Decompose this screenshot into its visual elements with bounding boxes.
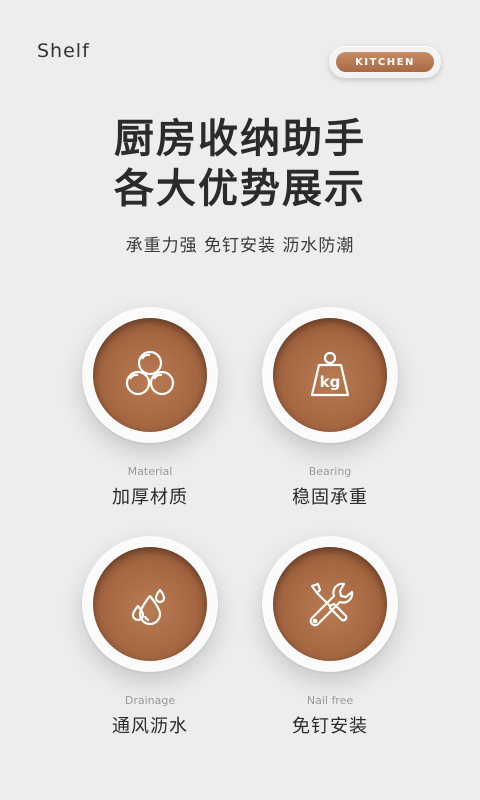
feature-bearing: kg Bearing 稳固承重	[250, 307, 410, 547]
spheres-icon	[125, 350, 175, 396]
brand-logo-text: Shelf	[37, 40, 90, 62]
water-drops-icon	[131, 588, 166, 626]
feature-material: Material 加厚材质	[70, 307, 230, 547]
feature-drainage: Drainage 通风沥水	[70, 536, 230, 776]
tools-icon	[309, 582, 354, 627]
feature-cn-label: 通风沥水	[112, 716, 188, 737]
feature-badge-disc	[93, 318, 207, 432]
feature-nail-free: Nail free 免钉安装	[250, 536, 410, 776]
feature-en-label: Nail free	[306, 694, 354, 707]
kg-weight-icon: kg	[310, 351, 350, 397]
feature-en-label: Drainage	[124, 694, 176, 707]
page-subtitle: 承重力强 免钉安装 沥水防潮	[125, 236, 355, 256]
feature-en-label: Bearing	[308, 465, 352, 478]
feature-en-label: Material	[127, 465, 173, 478]
kitchen-badge-label: KITCHEN	[336, 52, 434, 72]
feature-cn-label: 加厚材质	[112, 487, 188, 508]
feature-badge-disc	[273, 547, 387, 661]
feature-badge-ring	[82, 307, 218, 443]
svg-text:kg: kg	[320, 373, 341, 391]
feature-cn-label: 免钉安装	[292, 716, 368, 737]
feature-cn-label: 稳固承重	[292, 487, 368, 508]
page-title-line-1: 厨房收纳助手	[114, 116, 366, 162]
feature-badge-ring	[82, 536, 218, 672]
feature-badge-disc	[93, 547, 207, 661]
feature-badge-ring: kg	[262, 307, 398, 443]
page-title-line-2: 各大优势展示	[114, 166, 366, 212]
feature-badge-ring	[262, 536, 398, 672]
kitchen-badge[interactable]: KITCHEN	[329, 46, 441, 78]
feature-badge-disc: kg	[273, 318, 387, 432]
